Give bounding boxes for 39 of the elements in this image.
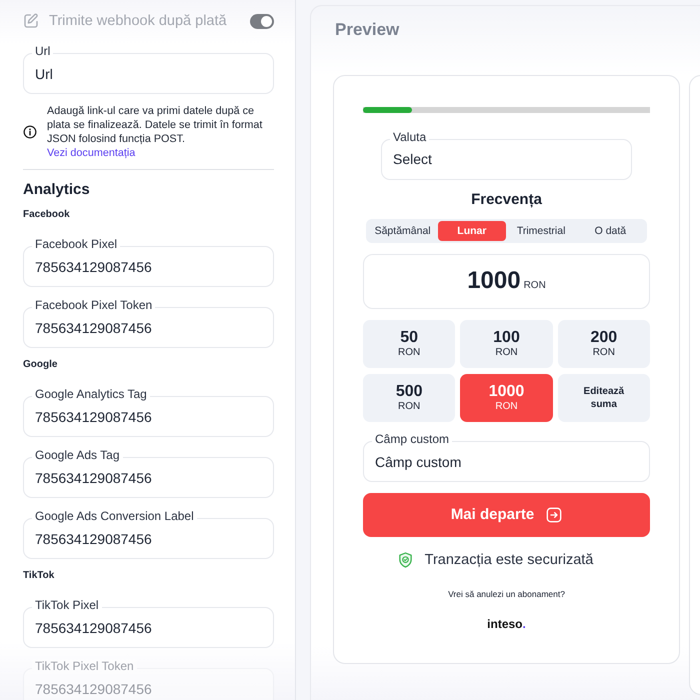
amount-option[interactable]: 50 RON [363,320,456,368]
field-label: Google Ads Conversion Label [32,509,197,523]
amount-option[interactable]: 100 RON [460,320,553,368]
frequency-tab[interactable]: Săptămânal [369,221,436,241]
section-title: Frecvența [471,191,542,209]
field-label: Facebook Pixel [32,237,120,251]
field-label: TikTok Pixel [32,598,102,612]
shield-check-icon [398,552,413,568]
amount-value: 1000 [467,266,521,296]
continue-button[interactable]: Mai departe [363,493,650,537]
frequency-tab[interactable]: Lunar [438,221,506,241]
field-label: Google Ads Tag [32,448,123,462]
edit-icon [23,13,39,29]
webhook-label: Trimite webhook după plată [49,12,227,30]
cancel-subscription-link[interactable]: Vrei să anulezi un abonament? [448,589,565,599]
info-text: Adaugă link-ul care va primi datele după ce plata se finalizează. Datele se trimit în format JSON folosind funcția POST. Vezi documentația [47,104,264,160]
edit-amount-button[interactable]: Editează suma [558,374,650,422]
amount-option[interactable]: 500 RON [363,374,456,422]
frequency-tab[interactable]: O dată [576,221,644,241]
documentation-link[interactable]: Vezi documentația [47,147,136,159]
field-label: Valuta [390,130,430,144]
brand-logo: inteso. [487,617,526,631]
amount-option[interactable]: 200 RON [558,320,650,368]
frequency-tab[interactable]: Trimestrial [508,221,575,241]
field-label: Google Analytics Tag [32,387,150,401]
group-title: TikTok [23,570,54,582]
group-title: Facebook [23,209,70,221]
field-label: Url [32,44,54,58]
field-label: Câmp custom [372,432,452,446]
field-label: TikTok Pixel Token [32,659,137,673]
preview-title: Preview [335,20,400,40]
toggle-switch[interactable] [250,14,274,28]
section-title: Analytics [23,181,90,199]
group-title: Google [23,359,58,371]
secure-note: Tranzacția este securizată [424,551,594,569]
currency-label: RON [524,280,546,292]
info-icon [23,125,37,139]
field-label: Facebook Pixel Token [32,298,156,312]
amount-option[interactable]: 1000 RON [460,374,553,422]
